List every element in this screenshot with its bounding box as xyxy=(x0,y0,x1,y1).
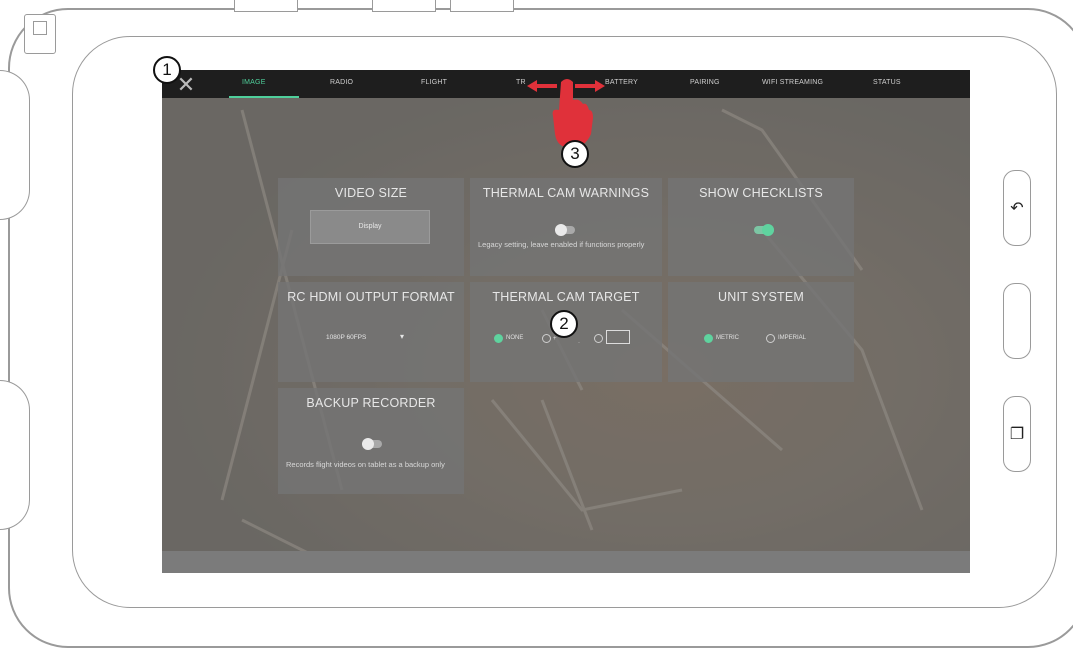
tab-tr[interactable]: TR xyxy=(516,79,526,86)
top-hardware-button xyxy=(372,0,436,12)
panel-title: BACKUP RECORDER xyxy=(306,396,436,410)
active-tab-indicator xyxy=(229,96,299,98)
radio-label: METRIC xyxy=(716,335,739,341)
crosshair-icon: + xyxy=(553,336,557,342)
tab-flight[interactable]: FLIGHT xyxy=(421,79,447,86)
hdmi-format-select[interactable]: 1080P 60FPS xyxy=(326,334,366,341)
video-size-panel: VIDEO SIZE Display xyxy=(278,178,464,276)
bottom-bar xyxy=(162,551,970,573)
left-hardware-button xyxy=(24,14,56,54)
panel-description: Legacy setting, leave enabled if functio… xyxy=(478,240,645,249)
panel-title: SHOW CHECKLISTS xyxy=(699,186,823,200)
radio-label: NONE xyxy=(506,335,524,341)
metric-radio[interactable] xyxy=(704,334,713,343)
callout-1: 1 xyxy=(153,56,181,84)
panel-title: THERMAL CAM TARGET xyxy=(492,290,640,304)
top-hardware-button xyxy=(450,0,514,12)
dot-icon: · xyxy=(578,340,580,346)
rc-hdmi-output-panel: RC HDMI OUTPUT FORMAT 1080P 60FPS ▾ xyxy=(278,282,464,382)
tab-pairing[interactable]: PAIRING xyxy=(690,79,720,86)
panel-description: Records flight videos on tablet as a bac… xyxy=(286,460,445,469)
panel-title: UNIT SYSTEM xyxy=(717,290,804,304)
radio-label: IMPERIAL xyxy=(778,335,807,341)
top-hardware-button xyxy=(234,0,298,12)
recents-icon[interactable]: ❐ xyxy=(1003,396,1031,472)
target-crosshair-radio[interactable] xyxy=(542,334,551,343)
home-button[interactable] xyxy=(1003,283,1031,359)
panel-title: VIDEO SIZE xyxy=(334,186,408,200)
close-icon[interactable]: ✕ xyxy=(176,74,196,96)
tab-wifi-streaming[interactable]: WIFI STREAMING xyxy=(762,79,823,86)
panel-title: RC HDMI OUTPUT FORMAT xyxy=(287,290,455,304)
left-side-contour xyxy=(0,380,30,530)
unit-system-panel: UNIT SYSTEM METRIC IMPERIAL xyxy=(668,282,854,382)
box-target-icon xyxy=(606,330,630,344)
back-icon[interactable]: ↶ xyxy=(1003,170,1031,246)
video-size-select[interactable]: Display xyxy=(310,210,430,244)
target-none-radio[interactable] xyxy=(494,334,503,343)
thermal-warnings-toggle[interactable] xyxy=(555,224,575,236)
tab-radio[interactable]: RADIO xyxy=(330,79,353,86)
thermal-cam-warnings-panel: THERMAL CAM WARNINGS Legacy setting, lea… xyxy=(470,178,662,276)
panel-title: THERMAL CAM WARNINGS xyxy=(482,186,650,200)
tab-image[interactable]: IMAGE xyxy=(242,79,266,86)
left-side-contour xyxy=(0,70,30,220)
target-box-radio[interactable] xyxy=(594,334,603,343)
tab-status[interactable]: STATUS xyxy=(873,79,901,86)
show-checklists-toggle[interactable] xyxy=(754,224,774,236)
show-checklists-panel: SHOW CHECKLISTS xyxy=(668,178,854,276)
chevron-down-icon[interactable]: ▾ xyxy=(400,332,404,341)
imperial-radio[interactable] xyxy=(766,334,775,343)
backup-recorder-toggle[interactable] xyxy=(362,438,382,450)
callout-3: 3 xyxy=(561,140,589,168)
backup-recorder-panel: BACKUP RECORDER Records flight videos on… xyxy=(278,388,464,494)
tab-battery[interactable]: BATTERY xyxy=(605,79,638,86)
callout-2: 2 xyxy=(550,310,578,338)
